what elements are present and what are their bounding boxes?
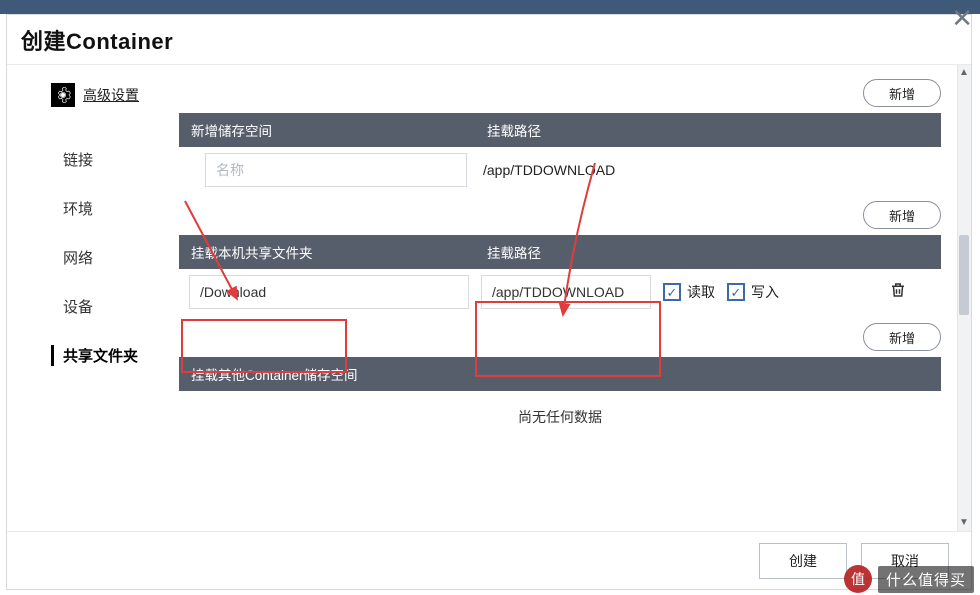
read-checkbox-wrap[interactable]: ✓ 读取 — [663, 282, 715, 302]
read-label: 读取 — [687, 282, 715, 302]
storage-name-input[interactable] — [205, 153, 467, 187]
dialog-footer: 创建 取消 — [7, 531, 971, 589]
host-share-header-col1: 挂载本机共享文件夹 — [179, 242, 481, 262]
create-button[interactable]: 创建 — [759, 543, 847, 579]
advanced-settings-row[interactable]: 高级设置 — [51, 83, 175, 107]
dialog-title: 创建Container — [21, 24, 173, 56]
gear-icon — [51, 83, 75, 107]
read-checkbox[interactable]: ✓ — [663, 283, 681, 301]
write-checkbox-wrap[interactable]: ✓ 写入 — [727, 282, 779, 302]
add-other-container-button[interactable]: 新增 — [863, 323, 941, 351]
close-icon[interactable]: ✕ — [951, 3, 973, 34]
delete-row-button[interactable] — [889, 280, 907, 305]
other-container-header: 挂载其他Container储存空间 — [179, 357, 941, 391]
cancel-button[interactable]: 取消 — [861, 543, 949, 579]
other-container-section: 新增 挂载其他Container储存空间 尚无任何数据 — [179, 323, 941, 449]
settings-nav: 链接 环境 网络 设备 共享文件夹 — [35, 135, 175, 380]
storage-header-col1: 新增储存空间 — [179, 120, 481, 140]
scroll-thumb[interactable] — [959, 235, 969, 315]
host-folder-input[interactable] — [189, 275, 469, 309]
nav-item-device[interactable]: 设备 — [59, 282, 175, 331]
storage-header-col2: 挂载路径 — [481, 120, 941, 140]
left-column: 高级设置 链接 环境 网络 设备 共享文件夹 — [7, 65, 179, 531]
nav-item-link[interactable]: 链接 — [59, 135, 175, 184]
nav-item-env[interactable]: 环境 — [59, 184, 175, 233]
vertical-scrollbar[interactable]: ▲ ▼ — [957, 65, 971, 531]
storage-section: 新增 新增储存空间 挂载路径 /app/TDDOWNLOAD — [179, 79, 941, 193]
host-share-section: 新增 挂载本机共享文件夹 挂载路径 ✓ 读取 ✓ 写入 — [179, 201, 941, 315]
write-checkbox[interactable]: ✓ — [727, 283, 745, 301]
storage-header: 新增储存空间 挂载路径 — [179, 113, 941, 147]
add-storage-button[interactable]: 新增 — [863, 79, 941, 107]
nav-item-shared-folders[interactable]: 共享文件夹 — [59, 331, 175, 380]
other-container-empty: 尚无任何数据 — [179, 391, 941, 449]
host-share-row: ✓ 读取 ✓ 写入 — [179, 269, 941, 315]
scroll-up-icon[interactable]: ▲ — [957, 65, 971, 81]
nav-item-network[interactable]: 网络 — [59, 233, 175, 282]
advanced-settings-link[interactable]: 高级设置 — [83, 85, 139, 105]
mount-path-input[interactable] — [481, 275, 651, 309]
create-container-dialog: 创建Container ✕ 高级设置 链接 环境 网络 设备 共享文件夹 — [6, 14, 972, 590]
host-share-header: 挂载本机共享文件夹 挂载路径 — [179, 235, 941, 269]
right-column: 新增 新增储存空间 挂载路径 /app/TDDOWNLOAD 新增 挂载本机共享… — [179, 65, 971, 531]
scroll-down-icon[interactable]: ▼ — [957, 515, 971, 531]
storage-row: /app/TDDOWNLOAD — [179, 147, 941, 193]
storage-mount-path: /app/TDDOWNLOAD — [483, 162, 615, 178]
add-host-share-button[interactable]: 新增 — [863, 201, 941, 229]
dialog-header: 创建Container ✕ — [7, 15, 971, 65]
host-share-header-col2: 挂载路径 — [481, 242, 941, 262]
write-label: 写入 — [751, 282, 779, 302]
